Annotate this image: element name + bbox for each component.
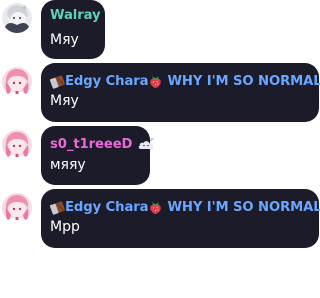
author-name[interactable]: Walray [50,8,101,23]
message-bubble: Edgy Chara WHY I'M SO NORMAL? Мяу [41,63,320,122]
chocolate-bar-icon [50,74,65,89]
message-bubble: Walray Мяу [41,0,105,59]
strawberry-icon [148,74,163,89]
pink-haired-character-avatar [2,193,32,223]
user-avatar[interactable] [2,130,32,160]
message-bubble: s0_t1reeeD мяяу [41,126,150,185]
author-name[interactable]: s0_t1reeeD [50,137,132,152]
message-text: Мяу [50,32,79,48]
chat-message-list: Walray Мяу Edgy Chara WHY I'M SO NORMAL?… [0,0,320,298]
strawberry-icon [148,200,163,215]
pink-haired-character-avatar [2,67,32,97]
sleepy-cloud-icon [137,137,155,151]
author-title: WHY I'M SO NORMAL? [167,199,320,215]
message-text: Мяу [50,93,79,109]
chocolate-bar-icon [50,200,65,215]
message-text: Мрр [50,219,80,235]
author-name[interactable]: Edgy Chara [65,74,149,89]
message-text: мяяу [50,157,86,173]
author-name[interactable]: Edgy Chara [65,200,149,215]
author-title: WHY I'M SO NORMAL? [167,73,320,89]
author-row: s0_t1reeeD [50,134,141,154]
user-avatar[interactable] [2,67,32,97]
author-row: Edgy Chara WHY I'M SO NORMAL? [50,71,320,91]
white-haired-character-avatar [2,3,32,33]
pink-haired-character-avatar [2,130,32,160]
author-row: Edgy Chara WHY I'M SO NORMAL? [50,197,320,217]
message-bubble: Edgy Chara WHY I'M SO NORMAL? Мрр [41,189,320,248]
user-avatar[interactable] [2,3,32,33]
author-row: Walray [50,5,101,25]
user-avatar[interactable] [2,193,32,223]
